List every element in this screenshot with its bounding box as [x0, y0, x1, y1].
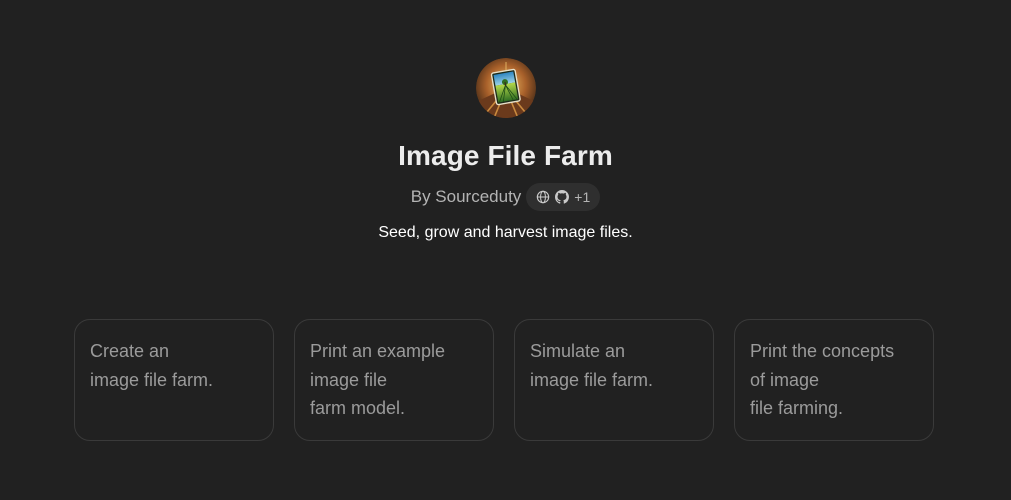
globe-icon [537, 190, 550, 204]
starter-text-line: of image [750, 369, 820, 390]
starter-text-line: image file [310, 369, 388, 390]
conversation-starters: Create an image file farm. Print an exam… [74, 319, 934, 441]
starter-card-simulate-farm[interactable]: Simulate an image file farm. [514, 319, 714, 441]
starter-text-line: file farming. [750, 398, 844, 418]
starter-card-create-farm[interactable]: Create an image file farm. [74, 319, 274, 441]
starter-card-print-concepts[interactable]: Print the concepts of image file farming… [734, 319, 934, 441]
gpt-title: Image File Farm [398, 140, 613, 171]
starter-text-line: image file farm. [90, 369, 214, 390]
starter-text-line: image file farm. [530, 369, 654, 390]
author-links-badge[interactable]: +1 [526, 183, 601, 211]
starter-text-line: Print an example [310, 341, 446, 361]
byline: By Sourceduty +1 [411, 182, 601, 212]
starter-text-line: Create an [90, 341, 170, 361]
starter-text-line: Print the concepts [750, 341, 895, 361]
author-name: By Sourceduty [410, 187, 522, 206]
gpt-avatar [475, 58, 536, 118]
github-icon [555, 190, 570, 204]
gpt-description: Seed, grow and harvest image files. [378, 224, 633, 241]
farm-image-avatar-icon [475, 58, 536, 118]
starter-text-line: Simulate an [530, 341, 626, 361]
starter-text-line: farm model. [310, 398, 406, 418]
starter-card-print-example[interactable]: Print an example image file farm model. [294, 319, 494, 441]
more-links-count: +1 [574, 189, 591, 205]
gpt-header: Image File Farm By Sourceduty +1 Seed, g… [0, 58, 1011, 244]
gpt-home: Image File Farm By Sourceduty +1 Seed, g… [0, 0, 1011, 500]
